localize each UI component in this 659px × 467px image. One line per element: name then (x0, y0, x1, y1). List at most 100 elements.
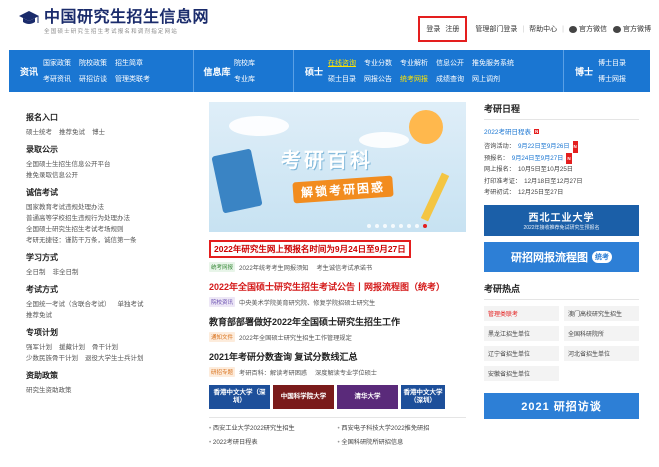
news-link[interactable]: 考研百科：解读考研困惑 (239, 368, 307, 377)
nav-item[interactable]: 专业分数 (364, 58, 392, 68)
nav-item[interactable]: 院校政策 (79, 58, 107, 68)
left-link[interactable]: 强军计划 (26, 344, 52, 351)
news-tag[interactable]: 通知文件 (209, 332, 236, 342)
university-logo[interactable]: 香港中文大学（深圳） (401, 385, 445, 409)
headline-scores[interactable]: 2021年考研分数查询 复试分数线汇总 (209, 350, 466, 363)
banner-title: 考研百科 (281, 148, 373, 172)
carousel-dot[interactable] (399, 224, 403, 228)
banner-carousel[interactable]: 考研百科 解锁考研困惑 (209, 102, 466, 232)
nav-item[interactable]: 国家政策 (43, 58, 71, 68)
hot-tag[interactable]: 河北省招生单位 (564, 345, 639, 361)
nav-item[interactable]: 院校库 (234, 58, 255, 68)
news-link[interactable]: 深度解读专业学位硕士 (315, 368, 377, 377)
left-section-title: 报名入口 (26, 113, 58, 122)
news-link[interactable]: 中央美术学院美育研究院、修复学院招硕士研究生 (239, 298, 375, 307)
flowchart-banner[interactable]: 研招网报流程图 统考 (484, 241, 639, 272)
university-logo[interactable]: 清华大学 (337, 385, 398, 409)
wechat-link[interactable]: 官方微信 (569, 24, 607, 34)
left-link[interactable]: 援藏计划 (59, 344, 85, 351)
nav-item[interactable]: 考研资讯 (43, 74, 71, 84)
hot-tag[interactable]: 全国科研院所 (564, 325, 639, 341)
left-link[interactable]: 非全日制 (53, 269, 79, 276)
banner-subtitle: 解锁考研困惑 (292, 175, 394, 204)
hot-tag[interactable]: 安徽省招生单位 (484, 365, 559, 381)
left-link[interactable]: 博士 (92, 129, 105, 136)
nav-item[interactable]: 博士目录 (598, 58, 626, 68)
left-link[interactable]: 硕士统考 (26, 129, 52, 136)
headline-announcement[interactable]: 2022年全国硕士研究生招生考试公告丨网报流程图（统考） (209, 280, 466, 293)
carousel-dot[interactable] (407, 224, 411, 228)
nav-item[interactable]: 博士网报 (598, 74, 626, 84)
left-link[interactable]: 普通高等学校招生违规行为处理办法 (26, 215, 130, 222)
nav-item[interactable]: 信息公开 (436, 58, 464, 68)
list-item[interactable]: 全国科研院所研招信息 (338, 437, 467, 446)
weibo-link[interactable]: 官方微博 (613, 24, 651, 34)
left-link[interactable]: 全国统一考试（含联合考试） (26, 301, 111, 308)
left-link[interactable]: 推荐免试 (59, 129, 85, 136)
nav-item[interactable]: 专业库 (234, 74, 255, 84)
hot-tag[interactable]: 辽宁省招生单位 (484, 345, 559, 361)
nav-item[interactable]: 推免服务系统 (472, 58, 514, 68)
news-link[interactable]: 2022年统考考生网报须知 (239, 263, 308, 272)
list-item[interactable]: 西安工业大学2022研究生招生 (209, 423, 338, 432)
hot-tag[interactable]: 黑龙江招生单位 (484, 325, 559, 341)
left-link[interactable]: 全日制 (26, 269, 46, 276)
nav-item[interactable]: 专业解析 (400, 58, 428, 68)
left-link[interactable]: 推荐免试 (26, 312, 52, 319)
carousel-dot[interactable] (375, 224, 379, 228)
left-link[interactable]: 推免录取信息公开 (26, 172, 78, 179)
left-link[interactable]: 少数民族骨干计划 (26, 355, 78, 362)
help-link[interactable]: 帮助中心 (529, 24, 557, 34)
left-link[interactable]: 全国硕士生招生信息公开平台 (26, 161, 111, 168)
interview-banner[interactable]: 2021 研招访谈 (484, 392, 639, 419)
left-link[interactable]: 退役大学生士兵计划 (85, 355, 144, 362)
dept-login-link[interactable]: 管理部门登录 (475, 24, 517, 34)
register-link[interactable]: 注册 (445, 24, 459, 34)
nav-head-master[interactable]: 硕士 (300, 65, 328, 78)
left-link[interactable]: 骨干计划 (92, 344, 118, 351)
university-logo[interactable]: 香港中文大学（深圳） (209, 385, 270, 409)
carousel-dot[interactable] (383, 224, 387, 228)
hot-tag[interactable]: 澳门高校研究生招生 (564, 305, 639, 321)
carousel-dot-active[interactable] (423, 224, 427, 228)
schedule-value[interactable]: 9月22日至9月26日 (518, 141, 570, 153)
wechat-label: 官方微信 (579, 26, 607, 33)
schedule-link[interactable]: 2022考研日程表 N (484, 126, 639, 136)
headline-prereg[interactable]: 2022年研究生网上预报名时间为9月24日至9月27日 (209, 240, 411, 258)
nav-head-news[interactable]: 资讯 (15, 65, 43, 78)
nav-item[interactable]: 招生简章 (115, 58, 150, 68)
carousel-dot[interactable] (415, 224, 419, 228)
left-link[interactable]: 研究生资助政策 (26, 387, 72, 394)
news-link[interactable]: 2022年全国硕士研究生招生工作管理规定 (239, 333, 352, 342)
nav-item[interactable]: 网报公告 (364, 74, 392, 84)
news-link[interactable]: 考生诚信考试承诺书 (316, 263, 372, 272)
headline-moe[interactable]: 教育部部署做好2022年全国硕士研究生招生工作 (209, 315, 466, 328)
nav-head-db[interactable]: 信息库 (200, 65, 234, 78)
nav-item[interactable]: 统考网报 (400, 74, 428, 84)
carousel-dot[interactable] (391, 224, 395, 228)
news-tag[interactable]: 统考网报 (209, 262, 236, 272)
carousel-dot[interactable] (367, 224, 371, 228)
nav-item[interactable]: 成绩查询 (436, 74, 464, 84)
left-link[interactable]: 考研无捷径：谨防干万条，诚信第一条 (26, 237, 137, 244)
nav-item[interactable]: 网上调剂 (472, 74, 514, 84)
left-link[interactable]: 全国硕士研究生招生考试考场规则 (26, 226, 124, 233)
nwpu-banner[interactable]: 西北工业大学 2022年接收推荐免试研究生预报名 (484, 204, 639, 236)
schedule-value[interactable]: 9月24日至9月27日 (512, 153, 564, 165)
nav-item[interactable]: 研招访谈 (79, 74, 107, 84)
list-item[interactable]: 西安电子科技大学2022推免研招 (338, 423, 467, 432)
left-link[interactable]: 国家教育考试违规处理办法 (26, 204, 104, 211)
university-logo[interactable]: 中国科学院大学 (273, 385, 334, 409)
hot-tag[interactable]: 管理类联考 (484, 305, 559, 321)
news-tag[interactable]: 研招专题 (209, 367, 236, 377)
login-link[interactable]: 登录 (426, 24, 440, 34)
nav-item[interactable]: 硕士目录 (328, 74, 356, 84)
left-link[interactable]: 单独考试 (118, 301, 144, 308)
site-logo[interactable]: 中国研究生招生信息网 全国硕士研究生招生考试报名和调剂指定网站 (18, 8, 209, 35)
nav-section-news: 资讯 国家政策 院校政策 招生简章 考研资讯 研招访谈 管理类联考 (9, 50, 194, 92)
nav-head-doctor[interactable]: 博士 (570, 65, 598, 78)
news-tag[interactable]: 院校资讯 (209, 297, 236, 307)
list-item[interactable]: 2022考研日程表 (209, 437, 338, 446)
nav-item[interactable]: 管理类联考 (115, 74, 150, 84)
nav-item[interactable]: 在线咨询 (328, 58, 356, 68)
